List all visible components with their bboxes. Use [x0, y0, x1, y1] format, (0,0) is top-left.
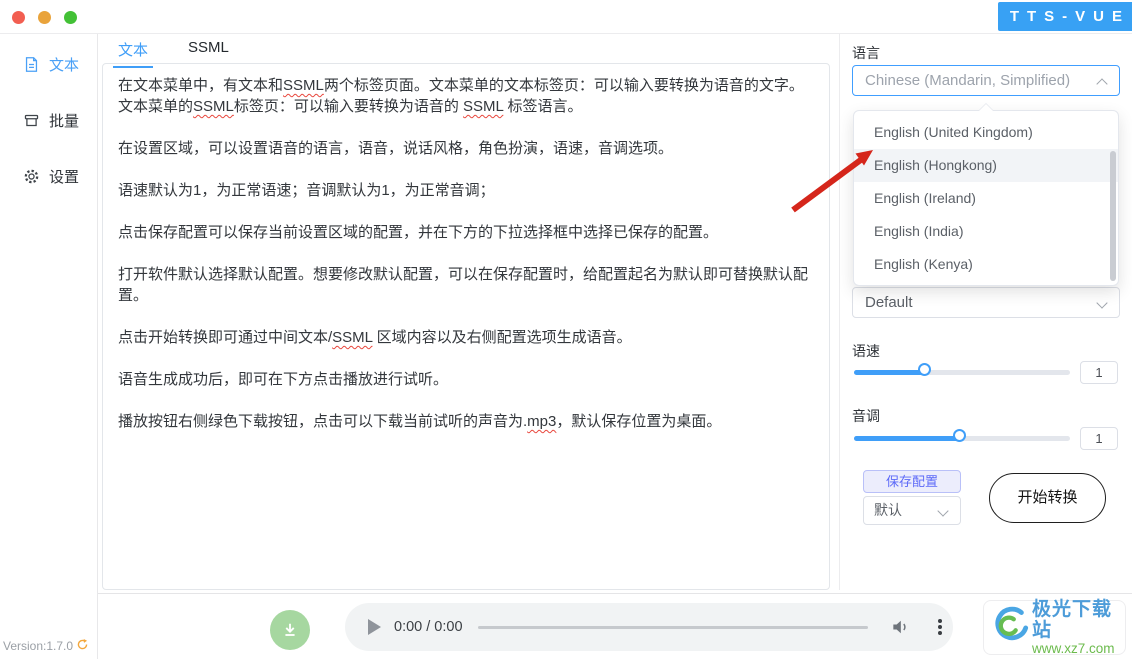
app-logo: TTS-VUE [997, 2, 1132, 31]
editor-paragraph: 语音生成成功后，即可在下方点击播放进行试听。 [118, 371, 449, 388]
pitch-value-input[interactable] [1080, 427, 1118, 450]
spellcheck-wavy-text: SSML [463, 98, 504, 115]
version-label: Version:1.7.0 [3, 638, 89, 654]
editor-paragraph: 播放按钮右侧绿色下载按钮，点击可以下载当前试听的声音为.mp3，默认保存位置为桌… [118, 413, 722, 430]
voice-select[interactable]: Default [852, 287, 1120, 318]
sidebar-item-label: 设置 [49, 169, 80, 186]
pitch-slider-fill [854, 436, 962, 441]
play-button[interactable] [368, 619, 381, 635]
player-time: 0:00 / 0:00 [394, 619, 463, 635]
editor-paragraph: 点击开始转换即可通过中间文本/SSML 区域内容以及右侧配置选项生成语音。 [118, 329, 632, 346]
sidebar: 文本 批量 设置 Version:1.7.0 [0, 34, 98, 659]
pitch-slider-handle[interactable] [953, 429, 966, 442]
tab-ssml[interactable]: SSML [183, 37, 234, 68]
settings-panel: 语言 Chinese (Mandarin, Simplified) Defaul… [839, 34, 1132, 590]
sidebar-item-settings[interactable]: 设置 [23, 166, 79, 187]
player-timeline[interactable] [478, 626, 868, 629]
editor-paragraph: 在设置区域，可以设置语音的语言，语音，说话风格，角色扮演，语速，音调选项。 [118, 140, 674, 157]
language-option[interactable]: English (Kenya) [854, 248, 1118, 281]
volume-icon[interactable] [890, 617, 910, 642]
sidebar-item-batch[interactable]: 批量 [23, 110, 79, 131]
chevron-down-icon [937, 505, 949, 517]
language-option[interactable]: English (India) [854, 215, 1118, 248]
editor-content: 在文本菜单中，有文本和SSML两个标签页面。文本菜单的文本标签页：可以输入要转换… [118, 75, 814, 432]
spellcheck-wavy-text: SSML [193, 98, 234, 115]
editor-tabbar: 文本 SSML [113, 37, 234, 68]
audio-player: 0:00 / 0:00 [345, 603, 953, 651]
tab-text[interactable]: 文本 [113, 37, 154, 68]
language-select[interactable]: Chinese (Mandarin, Simplified) [852, 65, 1120, 96]
language-option-highlighted[interactable]: English (Hongkong) [854, 149, 1118, 182]
sidebar-item-text[interactable]: 文本 [23, 54, 79, 75]
preset-select-value: 默认 [874, 502, 902, 518]
watermark-site-name: 极光下载站 [1032, 599, 1113, 641]
window-titlebar: TTS-VUE [0, 0, 1132, 34]
editor-paragraph: 打开软件默认选择默认配置。想要修改默认配置，可以在保存配置时，给配置起名为默认即… [118, 266, 809, 304]
chevron-down-icon [1096, 297, 1108, 309]
voice-select-value: Default [865, 294, 913, 311]
download-audio-button[interactable] [270, 610, 310, 650]
document-icon [23, 56, 40, 73]
spellcheck-wavy-text: mp3 [527, 413, 557, 430]
start-convert-button[interactable]: 开始转换 [989, 473, 1106, 523]
spellcheck-wavy-text: SSML [332, 329, 373, 346]
watermark-logo-icon [988, 604, 1030, 651]
watermark: 极光下载站 www.xz7.com [983, 599, 1126, 656]
player-bar: 0:00 / 0:00 极光下载站 www.xz7.com [98, 593, 1132, 659]
watermark-site-url: www.xz7.com [1032, 641, 1115, 656]
pitch-label: 音调 [852, 408, 880, 424]
editor-paragraph: 语速默认为1，为正常语速；音调默认为1，为正常音调； [118, 182, 495, 199]
editor-textarea[interactable]: 在文本菜单中，有文本和SSML两个标签页面。文本菜单的文本标签页：可以输入要转换… [102, 63, 830, 590]
player-menu-button[interactable] [933, 617, 947, 637]
rate-value-input[interactable] [1080, 361, 1118, 384]
batch-icon [23, 112, 40, 129]
preset-select[interactable]: 默认 [863, 496, 961, 525]
pitch-slider[interactable] [854, 429, 1070, 447]
dropdown-scrollbar-thumb[interactable] [1110, 151, 1116, 281]
spellcheck-wavy-text: SSML [283, 77, 324, 94]
rate-slider[interactable] [854, 363, 1070, 381]
rate-label: 语速 [852, 343, 880, 359]
save-config-button[interactable]: 保存配置 [863, 470, 961, 493]
language-option[interactable]: English (United Kingdom) [854, 116, 1118, 149]
maximize-window-button[interactable] [64, 11, 77, 24]
close-window-button[interactable] [12, 11, 25, 24]
language-option[interactable]: English (Ireland) [854, 182, 1118, 215]
language-select-value: Chinese (Mandarin, Simplified) [865, 72, 1071, 89]
refresh-icon[interactable] [76, 638, 89, 654]
language-dropdown: English (United Kingdom) English (Hongko… [853, 103, 1119, 286]
sidebar-item-label: 批量 [49, 113, 80, 130]
editor-paragraph: 点击保存配置可以保存当前设置区域的配置，并在下方的下拉选择框中选择已保存的配置。 [118, 224, 719, 241]
sidebar-item-label: 文本 [49, 57, 80, 74]
chevron-up-icon [1096, 78, 1108, 90]
editor-paragraph: 在文本菜单中，有文本和SSML两个标签页面。文本菜单的文本标签页：可以输入要转换… [118, 77, 804, 115]
minimize-window-button[interactable] [38, 11, 51, 24]
language-label: 语言 [852, 45, 880, 61]
rate-slider-fill [854, 370, 928, 375]
gear-icon [23, 168, 40, 185]
